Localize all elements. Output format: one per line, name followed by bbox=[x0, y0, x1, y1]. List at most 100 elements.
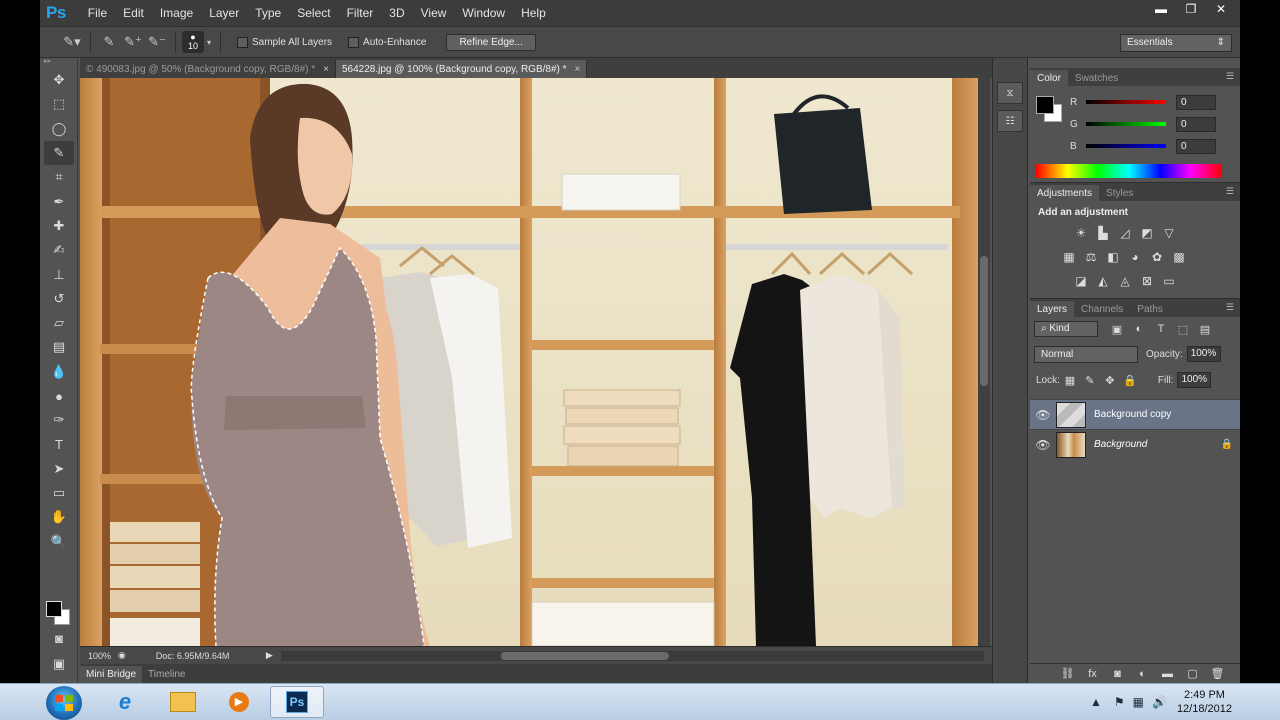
internet-explorer-icon[interactable]: e bbox=[98, 686, 152, 718]
type-tool-icon[interactable]: T bbox=[44, 432, 74, 456]
color-spectrum-bar[interactable] bbox=[1036, 164, 1222, 178]
opacity-field[interactable]: 100% bbox=[1186, 346, 1221, 362]
menu-window[interactable]: Window bbox=[454, 6, 513, 20]
zoom-tool-icon[interactable]: 🔍 bbox=[44, 530, 74, 554]
curves-icon[interactable]: ◿ bbox=[1114, 224, 1136, 242]
foreground-color-swatch[interactable] bbox=[1036, 96, 1054, 114]
menu-3d[interactable]: 3D bbox=[381, 6, 412, 20]
color-balance-icon[interactable]: ⚖ bbox=[1080, 248, 1102, 266]
restore-button[interactable]: ❐ bbox=[1176, 0, 1206, 18]
blue-slider[interactable] bbox=[1086, 144, 1166, 148]
new-layer-icon[interactable]: ▢ bbox=[1180, 667, 1205, 680]
shape-filter-icon[interactable]: ⬚ bbox=[1172, 323, 1194, 336]
menu-type[interactable]: Type bbox=[247, 6, 289, 20]
smart-object-filter-icon[interactable]: ▤ bbox=[1194, 323, 1216, 336]
lock-transparent-icon[interactable]: ▦ bbox=[1060, 374, 1080, 387]
panel-menu-icon[interactable]: ☰ bbox=[1226, 302, 1234, 313]
quick-selection-tool-icon[interactable]: ✎ bbox=[44, 140, 74, 166]
tab-styles[interactable]: Styles bbox=[1099, 185, 1140, 201]
status-menu-arrow-icon[interactable]: ▶ bbox=[266, 650, 273, 661]
green-value-field[interactable]: 0 bbox=[1176, 116, 1216, 132]
auto-enhance-checkbox[interactable] bbox=[348, 36, 360, 48]
status-info-icon[interactable]: ◉ bbox=[118, 650, 126, 661]
tab-adjustments[interactable]: Adjustments bbox=[1030, 185, 1100, 201]
adjustment-filter-icon[interactable]: ◐ bbox=[1128, 323, 1150, 335]
foreground-color-swatch[interactable] bbox=[46, 601, 62, 617]
screen-mode-icon[interactable]: ▣ bbox=[44, 652, 74, 676]
visibility-eye-icon[interactable]: 👁 bbox=[1030, 408, 1056, 422]
photo-filter-icon[interactable]: ◕ bbox=[1124, 248, 1146, 266]
lasso-tool-icon[interactable]: ◯ bbox=[44, 117, 74, 141]
workspace-select[interactable]: Essentials ⇕ bbox=[1120, 34, 1232, 52]
color-lookup-icon[interactable]: ▩ bbox=[1168, 248, 1190, 266]
invert-icon[interactable]: ◪ bbox=[1070, 272, 1092, 290]
red-value-field[interactable]: 0 bbox=[1176, 94, 1216, 110]
fill-field[interactable]: 100% bbox=[1177, 372, 1212, 388]
layer-style-icon[interactable]: fx bbox=[1080, 668, 1105, 680]
menu-view[interactable]: View bbox=[413, 6, 455, 20]
gradient-map-icon[interactable]: ▭ bbox=[1158, 272, 1180, 290]
quick-selection-preset-icon[interactable]: ✎▾ bbox=[60, 32, 84, 52]
properties-panel-icon[interactable]: ☷ bbox=[997, 110, 1023, 132]
dodge-tool-icon[interactable]: ● bbox=[44, 384, 74, 408]
menu-layer[interactable]: Layer bbox=[201, 6, 247, 20]
exposure-icon[interactable]: ◩ bbox=[1136, 224, 1158, 242]
close-tab-icon[interactable]: × bbox=[323, 64, 329, 75]
channel-mixer-icon[interactable]: ✿ bbox=[1146, 248, 1168, 266]
add-mask-icon[interactable]: ◙ bbox=[1105, 668, 1130, 680]
zoom-level[interactable]: 100% bbox=[80, 651, 118, 661]
pixel-filter-icon[interactable]: ▣ bbox=[1106, 323, 1128, 336]
media-player-icon[interactable]: ▶ bbox=[212, 686, 266, 718]
tab-color[interactable]: Color bbox=[1030, 70, 1068, 86]
crop-tool-icon[interactable]: ⌗ bbox=[44, 165, 74, 189]
type-filter-icon[interactable]: T bbox=[1150, 323, 1172, 335]
black-white-icon[interactable]: ◧ bbox=[1102, 248, 1124, 266]
vertical-scrollbar[interactable] bbox=[978, 78, 990, 646]
network-icon[interactable]: ▦ bbox=[1133, 695, 1144, 709]
new-group-icon[interactable]: ▬ bbox=[1155, 668, 1180, 680]
photoshop-taskbar-button[interactable]: Ps bbox=[270, 686, 324, 718]
history-brush-tool-icon[interactable]: ↺ bbox=[44, 287, 74, 311]
tab-layers[interactable]: Layers bbox=[1030, 301, 1075, 317]
hand-tool-icon[interactable]: ✋ bbox=[44, 505, 74, 529]
menu-image[interactable]: Image bbox=[152, 6, 201, 20]
file-explorer-icon[interactable] bbox=[156, 686, 210, 718]
tab-channels[interactable]: Channels bbox=[1074, 301, 1130, 317]
panel-menu-icon[interactable]: ☰ bbox=[1226, 186, 1234, 197]
brightness-contrast-icon[interactable]: ☀ bbox=[1070, 224, 1092, 242]
clock[interactable]: 2:49 PM 12/18/2012 bbox=[1177, 688, 1232, 716]
marquee-tool-icon[interactable]: ⬚ bbox=[44, 92, 74, 116]
lock-image-icon[interactable]: ✎ bbox=[1080, 374, 1100, 387]
menu-file[interactable]: File bbox=[80, 6, 115, 20]
panel-collapse-icon[interactable]: ▸▸ bbox=[40, 58, 77, 68]
action-center-icon[interactable]: ⚑ bbox=[1114, 695, 1125, 709]
clone-stamp-tool-icon[interactable]: ⊥ bbox=[44, 262, 74, 286]
panel-menu-icon[interactable]: ☰ bbox=[1226, 71, 1234, 82]
refine-edge-button[interactable]: Refine Edge... bbox=[446, 33, 536, 51]
history-panel-icon[interactable]: ⧖ bbox=[997, 82, 1023, 104]
blend-mode-select[interactable]: Normal bbox=[1034, 345, 1138, 363]
menu-filter[interactable]: Filter bbox=[339, 6, 382, 20]
tab-564228[interactable]: 564228.jpg @ 100% (Background copy, RGB/… bbox=[335, 60, 588, 78]
add-to-selection-icon[interactable]: ✎⁺ bbox=[121, 32, 145, 52]
menu-edit[interactable]: Edit bbox=[115, 6, 152, 20]
sample-all-layers-checkbox[interactable] bbox=[237, 36, 248, 48]
path-selection-tool-icon[interactable]: ➤ bbox=[44, 457, 74, 481]
blue-value-field[interactable]: 0 bbox=[1176, 138, 1216, 154]
new-adjustment-layer-icon[interactable]: ◐ bbox=[1130, 668, 1155, 680]
minimize-button[interactable]: ▬ bbox=[1146, 0, 1176, 18]
tab-490083[interactable]: © 490083.jpg @ 50% (Background copy, RGB… bbox=[80, 60, 336, 78]
volume-icon[interactable]: 🔊 bbox=[1152, 695, 1167, 709]
tab-paths[interactable]: Paths bbox=[1130, 301, 1170, 317]
layer-row-background[interactable]: 👁 Background 🔒 bbox=[1030, 429, 1240, 459]
eyedropper-tool-icon[interactable]: ✒ bbox=[44, 189, 74, 213]
levels-icon[interactable]: ▙ bbox=[1092, 224, 1114, 242]
brush-size-picker[interactable]: ● 10 bbox=[182, 31, 204, 53]
rectangle-tool-icon[interactable]: ▭ bbox=[44, 481, 74, 505]
vibrance-icon[interactable]: ▽ bbox=[1158, 224, 1180, 242]
tab-swatches[interactable]: Swatches bbox=[1068, 70, 1125, 86]
posterize-icon[interactable]: ◭ bbox=[1092, 272, 1114, 290]
quick-mask-icon[interactable]: ◙ bbox=[44, 626, 74, 650]
new-selection-icon[interactable]: ✎ bbox=[97, 32, 121, 52]
menu-help[interactable]: Help bbox=[513, 6, 554, 20]
